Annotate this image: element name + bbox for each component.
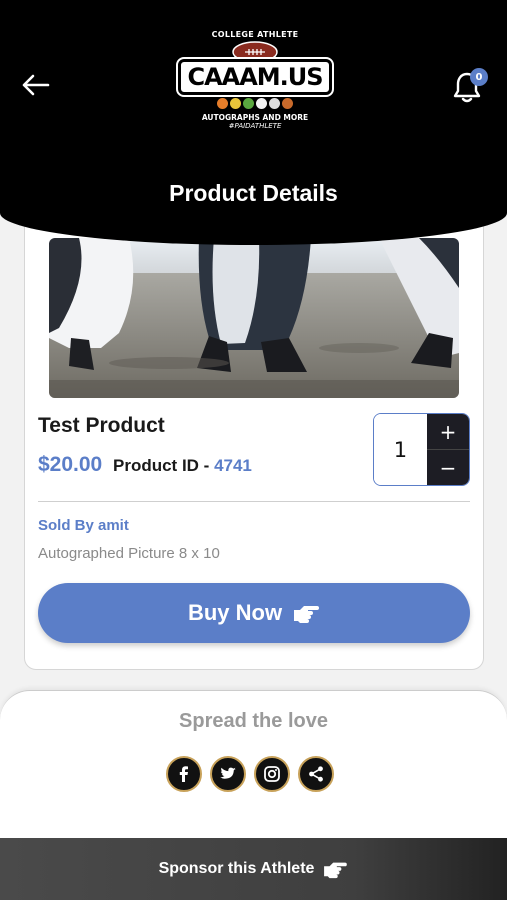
app-header: COLLEGE ATHLETE CAAAM.US AUTOGRAPHS AND …: [0, 0, 507, 245]
social-share-row: [166, 756, 334, 792]
product-image: [49, 238, 459, 398]
facebook-button[interactable]: [166, 756, 202, 792]
product-description: Autographed Picture 8 x 10: [38, 545, 220, 562]
share-title: Spread the love: [179, 710, 328, 732]
notification-badge: 0: [470, 68, 488, 86]
logo-brand: CAAAM.US: [176, 57, 334, 97]
quantity-stepper: 1 + −: [373, 413, 470, 486]
quantity-value[interactable]: 1: [374, 414, 427, 485]
share-button[interactable]: [298, 756, 334, 792]
buy-now-button[interactable]: Buy Now: [38, 583, 470, 643]
logo-top-text: COLLEGE ATHLETE: [211, 30, 299, 39]
logo-tagline: #PAIDATHLETE: [228, 122, 282, 130]
share-icon: [309, 766, 323, 782]
sponsor-label: Sponsor this Athlete: [158, 860, 315, 877]
brand-logo: COLLEGE ATHLETE CAAAM.US AUTOGRAPHS AND …: [176, 30, 334, 140]
product-id: Product ID - 4741: [113, 456, 252, 476]
sponsor-athlete-button[interactable]: Sponsor this Athlete: [0, 838, 507, 900]
pointing-hand-icon: [294, 606, 320, 623]
twitter-icon: [220, 767, 236, 779]
instagram-button[interactable]: [254, 756, 290, 792]
product-name: Test Product: [38, 414, 165, 437]
quantity-decrease-button[interactable]: −: [426, 449, 469, 485]
product-price: $20.00: [38, 453, 103, 476]
facebook-icon: [179, 766, 188, 782]
quantity-increase-button[interactable]: +: [426, 414, 469, 449]
twitter-button[interactable]: [210, 756, 246, 792]
product-id-value: 4741: [214, 456, 252, 475]
pointing-hand-icon: [324, 862, 348, 879]
logo-sport-balls: [217, 98, 293, 109]
page-title: Product Details: [169, 180, 338, 206]
arrow-left-icon: [22, 74, 50, 96]
notification-button[interactable]: 0: [452, 68, 488, 106]
product-id-label: Product ID -: [113, 456, 215, 475]
sold-by-text: Sold By amit: [38, 517, 129, 534]
back-button[interactable]: [18, 68, 52, 102]
buy-now-label: Buy Now: [187, 600, 283, 625]
divider: [38, 501, 470, 502]
logo-subtitle: AUTOGRAPHS AND MORE: [201, 113, 309, 122]
instagram-icon: [264, 766, 280, 782]
